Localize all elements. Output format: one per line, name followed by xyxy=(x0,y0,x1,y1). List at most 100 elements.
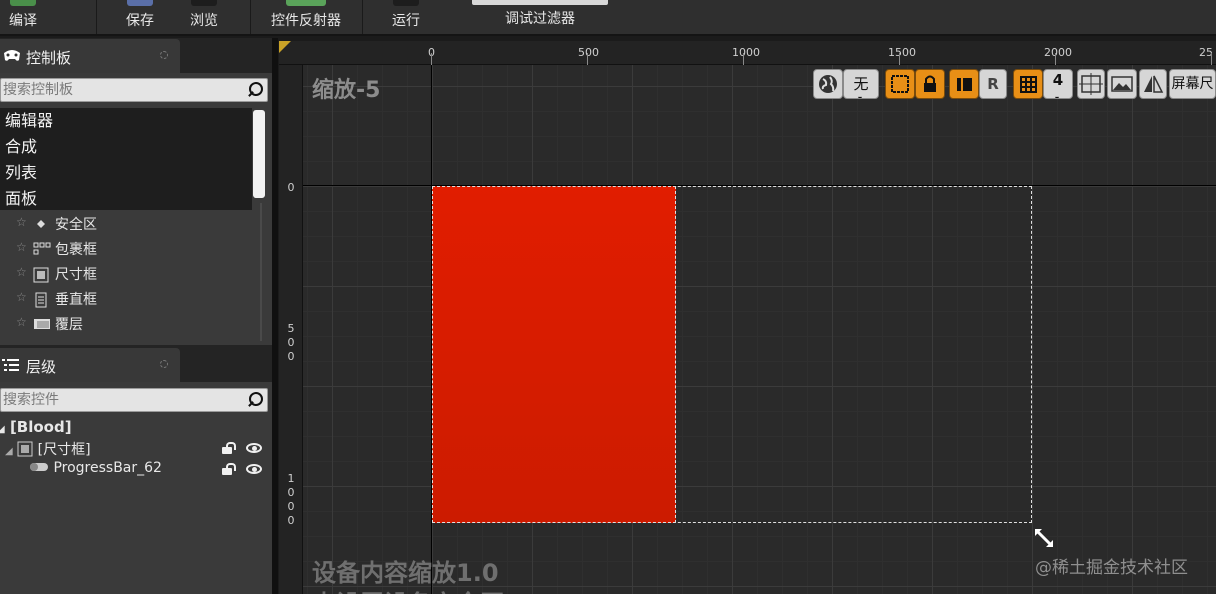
browse-button[interactable]: 浏览 xyxy=(181,0,227,36)
hierarchy-icon xyxy=(2,358,20,376)
tree-row-progress-bar[interactable]: ProgressBar_62 xyxy=(29,460,162,480)
grid-snap-value-dropdown[interactable]: 4 ▾ xyxy=(1043,69,1073,99)
palette-item-label: 覆层 xyxy=(55,317,83,333)
ruler-tick-label: 1000 xyxy=(732,46,760,59)
toolbar-divider xyxy=(362,0,363,34)
pin-icon[interactable] xyxy=(160,51,168,59)
grid-icon xyxy=(1020,76,1037,93)
ruler-tick-label: 2000 xyxy=(1044,46,1072,59)
ruler-tick-label: 1500 xyxy=(888,46,916,59)
palette-category-list: 编辑器 合成 列表 面板 xyxy=(0,108,252,210)
outline-toggle-button[interactable] xyxy=(885,69,915,99)
screen-size-dropdown[interactable]: 屏幕尺 xyxy=(1169,69,1216,99)
expand-arrow-icon[interactable]: ◢ xyxy=(0,424,5,435)
fit-screen-button[interactable] xyxy=(1077,69,1105,99)
tree-root-label: [Blood] xyxy=(9,418,72,436)
favorite-star-icon[interactable]: ☆ xyxy=(16,315,27,329)
respect-locks-button[interactable]: R xyxy=(979,69,1007,99)
size-box-icon xyxy=(33,267,49,283)
progress-bar-widget[interactable] xyxy=(432,186,676,523)
tree-item-label: [尺寸框] xyxy=(37,442,91,458)
size-box-icon xyxy=(17,441,33,457)
palette-search-input[interactable] xyxy=(1,79,237,101)
widget-reflector-button[interactable]: 控件反射器 xyxy=(264,0,348,36)
grid-snap-toggle-button[interactable] xyxy=(1013,69,1043,99)
favorite-star-icon[interactable]: ☆ xyxy=(16,240,27,254)
zoom-level-label: 缩放-5 xyxy=(312,78,381,103)
favorite-star-icon[interactable]: ☆ xyxy=(16,215,27,229)
hierarchy-title: 层级 xyxy=(26,358,57,376)
debug-filter-dropdown[interactable] xyxy=(472,0,608,5)
save-button[interactable]: 保存 xyxy=(117,0,163,36)
eye-icon[interactable] xyxy=(246,443,262,453)
palette-category-panel[interactable]: 面板 xyxy=(0,186,252,212)
chevron-down-icon: ▾ xyxy=(858,94,863,99)
compile-label: 编译 xyxy=(9,13,37,29)
localization-dropdown[interactable]: 无 ▾ xyxy=(843,69,879,99)
dpi-scale-text: 设备内容缩放1.0 xyxy=(312,559,499,587)
palette-category-editor[interactable]: 编辑器 xyxy=(0,108,252,134)
hierarchy-search xyxy=(0,388,268,412)
palette-item-label: 尺寸框 xyxy=(55,267,97,283)
unlock-icon[interactable] xyxy=(222,463,236,475)
hierarchy-search-input[interactable] xyxy=(1,389,237,411)
hierarchy-tab[interactable]: 层级 xyxy=(0,348,180,382)
designer-viewport[interactable]: 0 500 1000 1500 2000 25 0 5 0 0 1 0 0 0 … xyxy=(279,41,1216,594)
watermark-text: @稀土掘金技术社区 xyxy=(1035,558,1188,578)
globe-icon xyxy=(819,75,837,93)
run-button[interactable]: 运行 xyxy=(384,0,428,36)
search-icon[interactable] xyxy=(247,82,263,98)
layout-icon xyxy=(957,78,972,91)
tree-item-label: ProgressBar_62 xyxy=(53,460,162,476)
ruler-tick xyxy=(431,53,432,65)
hierarchy-panel xyxy=(0,382,272,594)
run-icon xyxy=(393,0,419,6)
palette-search xyxy=(0,78,268,102)
ruler-tick-label: 0 xyxy=(287,486,295,499)
tree-row-controls xyxy=(222,440,264,458)
ruler-tick-label: 0 xyxy=(287,514,295,527)
panel-splitter[interactable] xyxy=(272,38,278,594)
ruler-tick-label: 0 xyxy=(287,181,295,194)
expand-arrow-icon[interactable]: ◢ xyxy=(5,446,13,457)
toolbar-divider xyxy=(96,0,97,34)
ruler-tick xyxy=(1211,53,1212,65)
save-icon xyxy=(127,0,153,6)
resize-handle-icon[interactable] xyxy=(1031,525,1057,551)
palette-category-composite[interactable]: 合成 xyxy=(0,134,252,160)
r-label: R xyxy=(987,75,999,93)
flip-direction-button[interactable] xyxy=(1139,69,1167,99)
compile-button[interactable]: 编译 xyxy=(0,0,46,36)
tree-row-root[interactable]: ◢ [Blood] xyxy=(0,418,72,438)
ruler-vertical: 0 5 0 0 1 0 0 0 xyxy=(279,65,303,594)
palette-tab[interactable]: 控制板 xyxy=(0,39,180,73)
overlay-icon xyxy=(33,317,50,331)
palette-category-lists[interactable]: 列表 xyxy=(0,160,252,186)
fit-screen-icon xyxy=(1079,73,1103,95)
palette-scrollbar-track[interactable] xyxy=(260,203,262,341)
favorite-star-icon[interactable]: ☆ xyxy=(16,265,27,279)
favorite-star-icon[interactable]: ☆ xyxy=(16,290,27,304)
pin-icon[interactable] xyxy=(160,360,168,368)
wrap-box-icon xyxy=(33,242,51,256)
background-preview-button[interactable] xyxy=(1107,69,1137,99)
unlock-icon[interactable] xyxy=(222,442,236,454)
safe-zone-icon xyxy=(33,217,49,231)
palette-item-label: 垂直框 xyxy=(55,292,97,308)
ruler-horizontal: 0 500 1000 1500 2000 25 xyxy=(279,41,1216,65)
localization-globe-button[interactable] xyxy=(813,69,843,99)
search-icon[interactable] xyxy=(247,392,263,408)
lock-toggle-button[interactable] xyxy=(915,69,945,99)
ruler-tick-label: 500 xyxy=(578,46,599,59)
image-icon xyxy=(1111,76,1133,92)
tree-row-size-box[interactable]: ◢ [尺寸框] xyxy=(5,439,91,459)
main-toolbar: 编译 保存 浏览 控件反射器 运行 调试过滤器 xyxy=(0,0,1216,36)
left-panels: 控制板 编辑器 合成 列表 面板 ☆ 安全区 ☆ 包裹框 ☆ 尺寸框 ☆ 垂直框… xyxy=(0,38,272,594)
browse-label: 浏览 xyxy=(190,13,218,29)
ruler-tick xyxy=(1055,53,1056,65)
tree-row-controls xyxy=(222,461,264,479)
palette-scrollbar[interactable] xyxy=(253,110,265,198)
outline-icon xyxy=(891,75,909,93)
layout-toggle-button[interactable] xyxy=(949,69,979,99)
eye-icon[interactable] xyxy=(246,464,262,474)
